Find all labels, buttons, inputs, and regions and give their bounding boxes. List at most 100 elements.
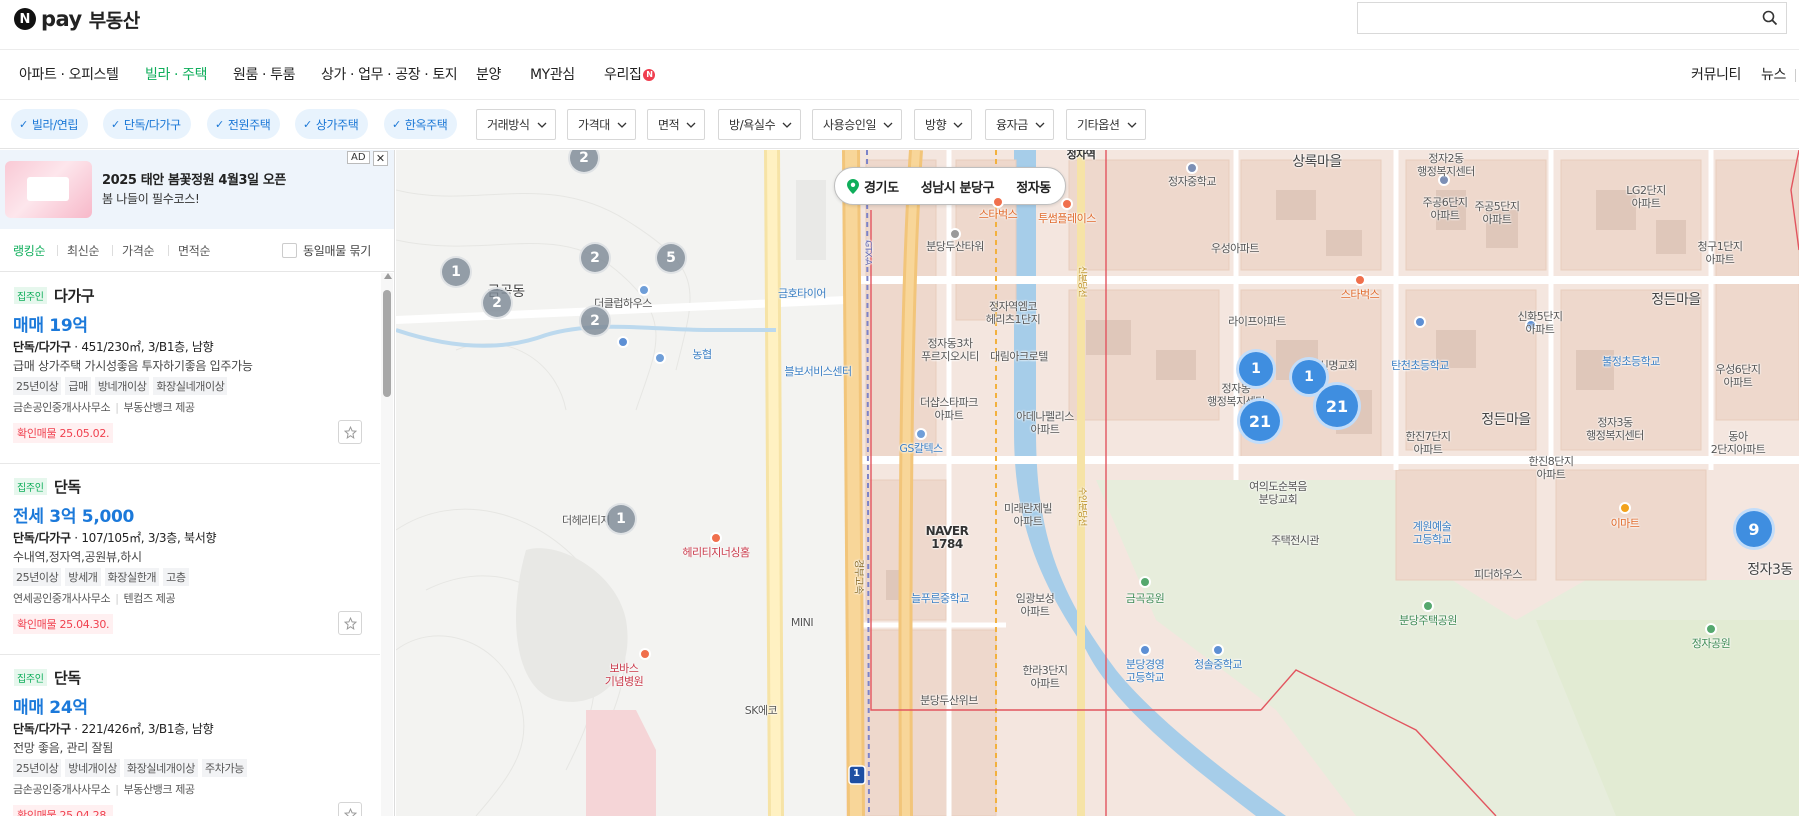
- listing-cluster[interactable]: 21: [1237, 398, 1283, 444]
- location-dong[interactable]: 정자동: [1016, 177, 1051, 196]
- cafe-poi-icon[interactable]: [992, 196, 1004, 208]
- location-breadcrumb[interactable]: 경기도 성남시 분당구 정자동: [834, 167, 1066, 205]
- map-label-sk-eco: SK에코: [744, 704, 778, 717]
- school-poi-icon[interactable]: [1212, 644, 1224, 656]
- nav-oneroom-tworoom[interactable]: 원룸 · 투룸: [233, 64, 295, 84]
- spec-detail: · 221/426㎡, 3/B1층, 남향: [70, 722, 214, 736]
- nav-commercial-land[interactable]: 상가 · 업무 · 공장 · 토지: [321, 64, 458, 84]
- listing-cluster[interactable]: 1: [605, 503, 637, 535]
- listing-card[interactable]: 집주인 단독 전세 3억 5,000 단독/다가구 · 107/105㎡, 3/…: [0, 464, 380, 655]
- dropdown-deal-type[interactable]: 거래방식: [476, 109, 556, 140]
- hospital-poi-icon[interactable]: [710, 532, 722, 544]
- listing-cluster[interactable]: 1: [440, 256, 472, 288]
- gas-station-poi-icon[interactable]: [915, 428, 927, 440]
- location-district[interactable]: 성남시 분당구: [921, 177, 995, 196]
- building-poi-icon[interactable]: [949, 228, 961, 240]
- nav-my-interest[interactable]: MY관심: [530, 64, 575, 84]
- hospital-poi-icon[interactable]: [639, 648, 651, 660]
- nav-news[interactable]: 뉴스: [1761, 64, 1786, 84]
- npay-realestate-logo[interactable]: N pay 부동산: [14, 6, 140, 32]
- same-listing-checkbox[interactable]: [282, 243, 297, 258]
- divider: |: [115, 401, 119, 414]
- listing-cluster[interactable]: 21: [1313, 382, 1361, 430]
- location-province[interactable]: 경기도: [864, 177, 899, 196]
- listing-tag: 화장실한개: [104, 568, 160, 586]
- scroll-up-arrow-icon[interactable]: [384, 273, 392, 279]
- dropdown-loan[interactable]: 융자금: [985, 109, 1054, 140]
- car-service-poi-icon[interactable]: [654, 352, 666, 364]
- cafe-poi-icon[interactable]: [1354, 274, 1366, 286]
- listing-cluster[interactable]: 9: [1733, 508, 1775, 550]
- school-poi-icon[interactable]: [1186, 162, 1198, 174]
- filter-chip-commercial-house[interactable]: ✓ 상가주택: [295, 109, 369, 139]
- map-label-jeongdeun1: 정든마을: [1651, 292, 1701, 308]
- park-poi-icon[interactable]: [1139, 576, 1151, 588]
- filter-chip-detached[interactable]: ✓ 단독/다가구: [103, 109, 191, 139]
- dropdown-label: 융자금: [996, 118, 1028, 132]
- sort-price[interactable]: 가격순: [122, 242, 155, 259]
- divider: |: [115, 783, 119, 796]
- nav-apartment-officetel[interactable]: 아파트 · 오피스텔: [19, 64, 119, 84]
- naver-n-icon: N: [14, 8, 36, 30]
- filter-chip-country-house[interactable]: ✓ 전원주택: [207, 109, 281, 139]
- filter-bar: ✓ 빌라/연립 ✓ 단독/다가구 ✓ 전원주택 ✓ 상가주택 ✓ 한옥주택 거래방식 가격…: [0, 100, 1799, 149]
- chip-label: 단독/다가구: [123, 117, 181, 132]
- school-poi-icon[interactable]: [1414, 316, 1426, 328]
- map-label-hanra3: 한라3단지 아파트: [1022, 664, 1068, 690]
- listing-cluster[interactable]: 2: [481, 287, 513, 319]
- listing-cluster[interactable]: 2: [579, 305, 611, 337]
- star-icon: [344, 808, 357, 816]
- map-view[interactable]: 경기도 성남시 분당구 정자동 1 상록마을 정자중학교 정자2동 행정복지센터…: [396, 150, 1799, 816]
- nav-presale[interactable]: 분양: [476, 64, 501, 84]
- mart-poi-icon[interactable]: [1619, 502, 1631, 514]
- nav-my-home[interactable]: 우리집 N: [604, 64, 656, 84]
- listing-scrollbar[interactable]: [381, 273, 393, 816]
- provider-name: 텐컴즈 제공: [123, 592, 176, 605]
- park-poi-icon[interactable]: [1705, 623, 1717, 635]
- ad-banner[interactable]: 2025 태안 봄꽃정원 4월3일 오픈 봄 나들이 필수코스! AD ✕: [0, 150, 394, 229]
- chevron-down-icon: [953, 122, 963, 128]
- dropdown-direction[interactable]: 방향: [914, 109, 973, 140]
- listing-cluster[interactable]: 2: [579, 242, 611, 274]
- dropdown-price[interactable]: 가격대: [567, 109, 636, 140]
- school-poi-icon[interactable]: [1139, 644, 1151, 656]
- bank-poi-icon[interactable]: [617, 336, 629, 348]
- listing-cluster[interactable]: 1: [1236, 349, 1276, 389]
- sort-ranking[interactable]: 랭킹순: [13, 242, 46, 259]
- nav-community[interactable]: 커뮤니티: [1691, 64, 1741, 84]
- confirmed-listing-badge: 확인매물 25.04.28.: [13, 805, 114, 816]
- search-input[interactable]: [1358, 3, 1748, 33]
- cafe-poi-icon[interactable]: [1061, 198, 1073, 210]
- listing-price: 매매 24억: [13, 698, 88, 718]
- filter-chip-villa[interactable]: ✓ 빌라/연립: [11, 109, 89, 139]
- sort-area[interactable]: 면적순: [178, 242, 211, 259]
- dropdown-rooms-baths[interactable]: 방/욕실수: [718, 109, 802, 140]
- favorite-button[interactable]: [338, 611, 362, 635]
- map-label-bobath: 보바스 기념병원: [604, 662, 644, 688]
- nav-my-home-label: 우리집: [604, 67, 642, 83]
- ad-close-icon[interactable]: ✕: [373, 151, 388, 166]
- favorite-button[interactable]: [338, 802, 362, 816]
- listing-spec: 단독/다가구 · 107/105㎡, 3/3층, 북서향: [13, 529, 217, 546]
- dropdown-etc-options[interactable]: 기타옵션: [1066, 109, 1146, 140]
- listing-card[interactable]: 집주인 다가구 매매 19억 단독/다가구 · 451/230㎡, 3/B1층,…: [0, 273, 380, 464]
- sort-divider: [168, 245, 169, 256]
- map-label-pider: 피더하우스: [1473, 568, 1523, 581]
- map-label-yeoeuido-church: 여의도순복음 분당교회: [1249, 480, 1307, 506]
- search-icon[interactable]: [1762, 10, 1778, 26]
- listing-cluster[interactable]: 5: [655, 242, 687, 274]
- filter-chip-hanok[interactable]: ✓ 한옥주택: [384, 109, 458, 139]
- dropdown-approval-date[interactable]: 사용승인일: [812, 109, 903, 140]
- scroll-thumb[interactable]: [383, 290, 391, 397]
- favorite-button[interactable]: [338, 420, 362, 444]
- map-label-gs-caltex: GS칼텍스: [899, 442, 943, 455]
- nav-villa-house[interactable]: 빌라 · 주택: [145, 64, 207, 84]
- park-poi-icon[interactable]: [1422, 600, 1434, 612]
- same-listing-label[interactable]: 동일매물 묶기: [303, 242, 371, 259]
- car-poi-icon[interactable]: [638, 284, 650, 296]
- listing-card[interactable]: 집주인 단독 매매 24억 단독/다가구 · 221/426㎡, 3/B1층, …: [0, 655, 380, 816]
- map-label-neulpureun: 늘푸른중학교: [911, 592, 969, 605]
- sort-latest[interactable]: 최신순: [67, 242, 100, 259]
- dropdown-area[interactable]: 면적: [647, 109, 706, 140]
- listing-description: 전망 좋음, 관리 잘됨: [13, 741, 113, 755]
